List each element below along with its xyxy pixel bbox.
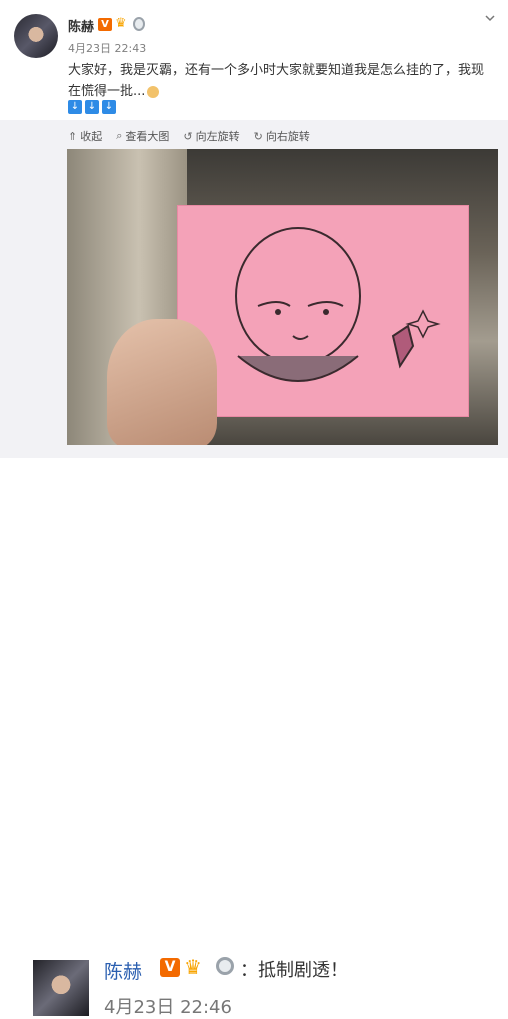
hand [107, 319, 217, 445]
author-avatar[interactable] [14, 14, 58, 58]
post-text-body: 大家好，我是灭霸，还有一个多小时大家就要知道我是怎么挂的了，我现在慌得一批... [68, 63, 485, 99]
post-photo[interactable] [67, 149, 498, 445]
reply-time[interactable]: 4月23日 22:46 [104, 993, 232, 1019]
reply-author-name[interactable]: 陈赫 [104, 957, 142, 984]
collapse-label: 收起 [80, 130, 103, 143]
pink-drawing-card [177, 205, 469, 417]
rotate-left-icon: ↺ [183, 129, 193, 143]
collapse-button[interactable]: ⇑ 收起 [68, 128, 102, 144]
reply-avatar[interactable] [33, 960, 89, 1016]
arrow-down-icon: ↓ [68, 100, 82, 114]
arrow-down-icon: ↓ [102, 100, 116, 114]
collapse-icon: ⇑ [68, 129, 78, 143]
view-large-label: 查看大图 [125, 130, 170, 143]
arrow-down-icon: ↓ [85, 100, 99, 114]
rotate-left-button[interactable]: ↺ 向左旋转 [183, 128, 239, 144]
rotate-right-label: 向右旋转 [265, 130, 310, 143]
chevron-down-icon[interactable] [484, 12, 496, 24]
post-text: 大家好，我是灭霸，还有一个多小时大家就要知道我是怎么挂的了，我现在慌得一批... [68, 60, 493, 102]
thanos-drawing [235, 227, 441, 382]
weibo-post: 陈赫 V ♛ 4月23日 22:43 大家好，我是灭霸，还有一个多小时大家就要知… [0, 0, 508, 458]
verified-badge-icon: V [98, 18, 112, 31]
arrow-emoji-row: ↓ ↓ ↓ [68, 100, 116, 114]
emoji-icon [147, 85, 160, 98]
rotate-left-label: 向左旋转 [195, 130, 240, 143]
magnifier-icon: ⌕ [116, 129, 123, 142]
crown-icon: ♛ [184, 955, 202, 979]
rotate-right-icon: ↻ [253, 129, 263, 143]
reply-block: 陈赫 V ♛ ：抵制剧透！ 4月23日 22:46 [0, 470, 508, 1018]
media-toolbar: ⇑ 收起 ⌕ 查看大图 ↺ 向左旋转 ↻ 向右旋转 [68, 128, 310, 144]
view-large-button[interactable]: ⌕ 查看大图 [116, 128, 169, 144]
medal-icon [133, 17, 145, 31]
rotate-right-button[interactable]: ↻ 向右旋转 [254, 128, 310, 144]
verified-badge-icon: V [160, 958, 180, 977]
post-time[interactable]: 4月23日 22:43 [68, 40, 146, 56]
reply-comment: ：抵制剧透！ [240, 960, 348, 981]
author-name[interactable]: 陈赫 [68, 16, 94, 35]
crown-icon: ♛ [115, 16, 127, 31]
medal-icon [216, 957, 234, 975]
